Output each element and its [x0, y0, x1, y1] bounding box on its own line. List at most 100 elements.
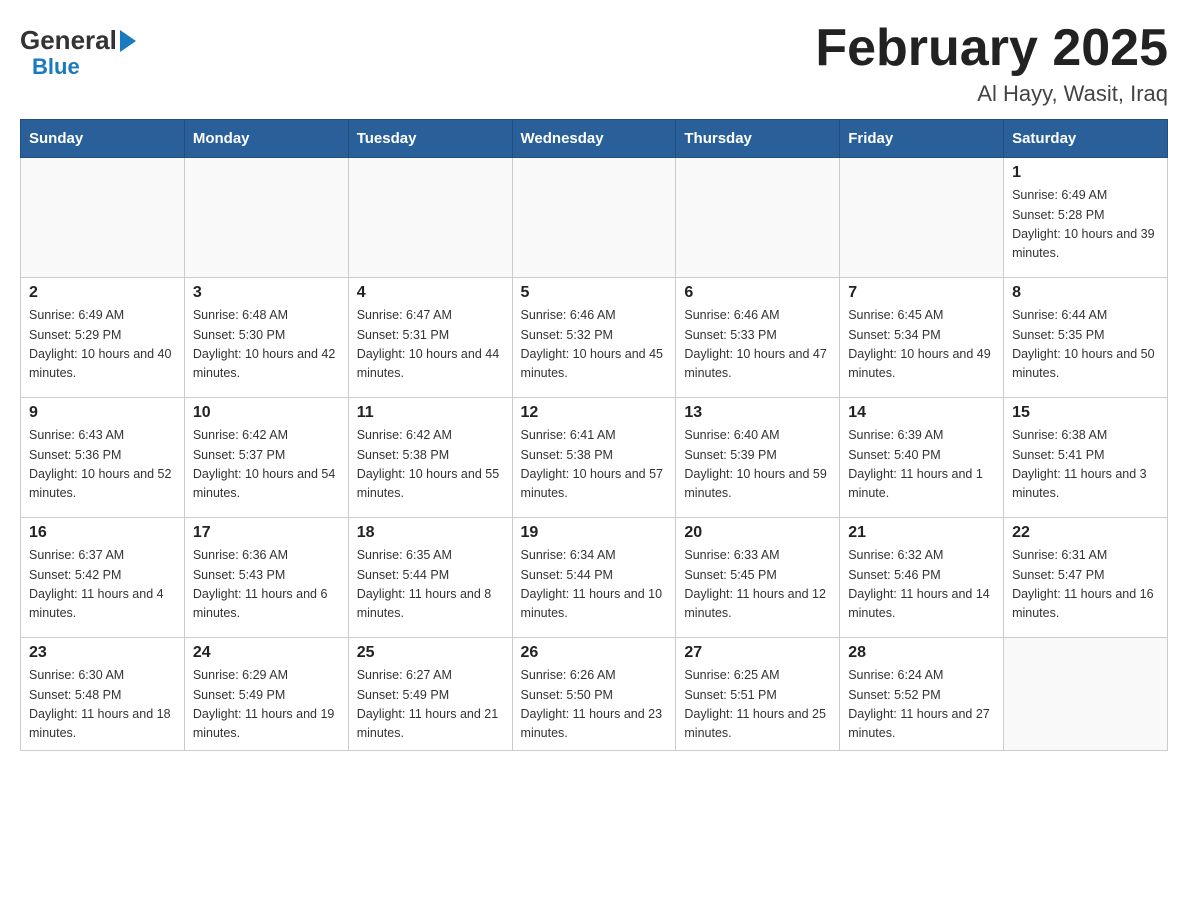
sunset-text: Sunset: 5:50 PM	[521, 686, 668, 705]
day-number: 17	[193, 524, 340, 542]
sunset-text: Sunset: 5:44 PM	[357, 566, 504, 585]
day-number: 11	[357, 404, 504, 422]
sunset-text: Sunset: 5:52 PM	[848, 686, 995, 705]
day-number: 3	[193, 284, 340, 302]
day-number: 14	[848, 404, 995, 422]
calendar-day-cell: 23 Sunrise: 6:30 AMSunset: 5:48 PMDayligh…	[21, 638, 185, 751]
calendar-day-cell: 3Sunrise: 6:48 AMSunset: 5:30 PMDaylight…	[184, 278, 348, 398]
daylight-text: Daylight: 10 hours and 49 minutes.	[848, 345, 995, 384]
sunset-text: Sunset: 5:46 PM	[848, 566, 995, 585]
daylight-text: Daylight: 10 hours and 40 minutes.	[29, 345, 176, 384]
day-number: 21	[848, 524, 995, 542]
day-info: Sunrise: 6:36 AMSunset: 5:43 PMDaylight:…	[193, 546, 340, 624]
sunset-text: Sunset: 5:42 PM	[29, 566, 176, 585]
day-number: 4	[357, 284, 504, 302]
weekday-header-thursday: Thursday	[676, 120, 840, 158]
day-info: Sunrise: 6:39 AMSunset: 5:40 PMDaylight:…	[848, 426, 995, 504]
calendar-day-cell	[840, 158, 1004, 278]
sunset-text: Sunset: 5:31 PM	[357, 326, 504, 345]
day-number: 23	[29, 644, 176, 662]
day-number: 28	[848, 644, 995, 662]
sunset-text: Sunset: 5:38 PM	[521, 446, 668, 465]
daylight-text: Daylight: 10 hours and 47 minutes.	[684, 345, 831, 384]
calendar-day-cell: 1 Sunrise: 6:49 AMSunset: 5:28 PMDaylight…	[1004, 158, 1168, 278]
day-number: 10	[193, 404, 340, 422]
calendar-day-cell: 28 Sunrise: 6:24 AMSunset: 5:52 PMDayligh…	[840, 638, 1004, 751]
sunset-text: Sunset: 5:48 PM	[29, 686, 176, 705]
sunset-text: Sunset: 5:40 PM	[848, 446, 995, 465]
calendar-day-cell	[21, 158, 185, 278]
sunrise-text: Sunrise: 6:46 AM	[521, 306, 668, 325]
daylight-text: Daylight: 11 hours and 10 minutes.	[521, 585, 668, 624]
calendar-day-cell: 11 Sunrise: 6:42 AMSunset: 5:38 PMDayligh…	[348, 398, 512, 518]
day-info: Sunrise: 6:41 AMSunset: 5:38 PMDaylight:…	[521, 426, 668, 504]
calendar-day-cell: 17 Sunrise: 6:36 AMSunset: 5:43 PMDayligh…	[184, 518, 348, 638]
sunset-text: Sunset: 5:28 PM	[1012, 206, 1159, 225]
day-info: Sunrise: 6:27 AMSunset: 5:49 PMDaylight:…	[357, 666, 504, 744]
calendar-day-cell: 15Sunrise: 6:38 AMSunset: 5:41 PMDayligh…	[1004, 398, 1168, 518]
day-number: 16	[29, 524, 176, 542]
sunrise-text: Sunrise: 6:47 AM	[357, 306, 504, 325]
daylight-text: Daylight: 11 hours and 21 minutes.	[357, 705, 504, 744]
calendar-week-row: 9Sunrise: 6:43 AMSunset: 5:36 PMDaylight…	[21, 398, 1168, 518]
sunrise-text: Sunrise: 6:26 AM	[521, 666, 668, 685]
calendar-week-row: 16 Sunrise: 6:37 AMSunset: 5:42 PM Dayligh…	[21, 518, 1168, 638]
daylight-text: Daylight: 10 hours and 57 minutes.	[521, 465, 668, 504]
calendar-table: SundayMondayTuesdayWednesdayThursdayFrid…	[20, 119, 1168, 751]
day-info: Sunrise: 6:26 AMSunset: 5:50 PMDaylight:…	[521, 666, 668, 744]
calendar-day-cell: 13Sunrise: 6:40 AMSunset: 5:39 PMDayligh…	[676, 398, 840, 518]
day-info: Sunrise: 6:30 AMSunset: 5:48 PMDaylight:…	[29, 666, 176, 744]
calendar-day-cell: 26Sunrise: 6:26 AMSunset: 5:50 PMDayligh…	[512, 638, 676, 751]
sunset-text: Sunset: 5:30 PM	[193, 326, 340, 345]
day-info: Sunrise: 6:42 AMSunset: 5:38 PMDaylight:…	[357, 426, 504, 504]
day-info: Sunrise: 6:34 AMSunset: 5:44 PMDaylight:…	[521, 546, 668, 624]
calendar-week-row: 1 Sunrise: 6:49 AMSunset: 5:28 PMDaylight…	[21, 158, 1168, 278]
calendar-day-cell: 10Sunrise: 6:42 AMSunset: 5:37 PMDayligh…	[184, 398, 348, 518]
calendar-day-cell: 8Sunrise: 6:44 AMSunset: 5:35 PMDaylight…	[1004, 278, 1168, 398]
day-number: 5	[521, 284, 668, 302]
sunrise-text: Sunrise: 6:42 AM	[357, 426, 504, 445]
title-block: February 2025 Al Hayy, Wasit, Iraq	[815, 20, 1168, 107]
weekday-header-saturday: Saturday	[1004, 120, 1168, 158]
daylight-text: Daylight: 11 hours and 18 minutes.	[29, 705, 176, 744]
calendar-week-row: 2Sunrise: 6:49 AMSunset: 5:29 PMDaylight…	[21, 278, 1168, 398]
sunrise-text: Sunrise: 6:29 AM	[193, 666, 340, 685]
sunset-text: Sunset: 5:47 PM	[1012, 566, 1159, 585]
sunrise-text: Sunrise: 6:31 AM	[1012, 546, 1159, 565]
logo-blue-text: Blue	[32, 54, 136, 80]
sunset-text: Sunset: 5:43 PM	[193, 566, 340, 585]
calendar-day-cell: 16Sunrise: 6:37 AMSunset: 5:42 PMDayligh…	[21, 518, 185, 638]
day-info: Sunrise: 6:49 AMSunset: 5:28 PMDaylight:…	[1012, 186, 1159, 264]
day-info: Sunrise: 6:43 AMSunset: 5:36 PMDaylight:…	[29, 426, 176, 504]
day-info: Sunrise: 6:35 AMSunset: 5:44 PMDaylight:…	[357, 546, 504, 624]
page-header: General Blue February 2025 Al Hayy, Wasi…	[20, 20, 1168, 107]
day-info: Sunrise: 6:24 AMSunset: 5:52 PMDaylight:…	[848, 666, 995, 744]
day-number: 1	[1012, 164, 1159, 182]
daylight-text: Daylight: 10 hours and 55 minutes.	[357, 465, 504, 504]
daylight-text: Daylight: 11 hours and 14 minutes.	[848, 585, 995, 624]
day-info: Sunrise: 6:32 AMSunset: 5:46 PMDaylight:…	[848, 546, 995, 624]
daylight-text: Daylight: 10 hours and 50 minutes.	[1012, 345, 1159, 384]
day-info: Sunrise: 6:38 AMSunset: 5:41 PMDaylight:…	[1012, 426, 1159, 504]
calendar-day-cell: 5Sunrise: 6:46 AMSunset: 5:32 PMDaylight…	[512, 278, 676, 398]
sunset-text: Sunset: 5:34 PM	[848, 326, 995, 345]
sunrise-text: Sunrise: 6:27 AM	[357, 666, 504, 685]
calendar-day-cell: 7Sunrise: 6:45 AMSunset: 5:34 PMDaylight…	[840, 278, 1004, 398]
sunrise-text: Sunrise: 6:45 AM	[848, 306, 995, 325]
calendar-day-cell	[1004, 638, 1168, 751]
sunset-text: Sunset: 5:45 PM	[684, 566, 831, 585]
calendar-day-cell	[184, 158, 348, 278]
day-info: Sunrise: 6:29 AMSunset: 5:49 PMDaylight:…	[193, 666, 340, 744]
sunset-text: Sunset: 5:35 PM	[1012, 326, 1159, 345]
calendar-day-cell: 12Sunrise: 6:41 AMSunset: 5:38 PMDayligh…	[512, 398, 676, 518]
sunset-text: Sunset: 5:49 PM	[193, 686, 340, 705]
sunrise-text: Sunrise: 6:42 AM	[193, 426, 340, 445]
sunrise-text: Sunrise: 6:46 AM	[684, 306, 831, 325]
weekday-header-tuesday: Tuesday	[348, 120, 512, 158]
calendar-day-cell: 19Sunrise: 6:34 AMSunset: 5:44 PMDayligh…	[512, 518, 676, 638]
calendar-day-cell: 6Sunrise: 6:46 AMSunset: 5:33 PMDaylight…	[676, 278, 840, 398]
calendar-day-cell	[348, 158, 512, 278]
daylight-text: Daylight: 11 hours and 23 minutes.	[521, 705, 668, 744]
daylight-text: Daylight: 11 hours and 19 minutes.	[193, 705, 340, 744]
sunrise-text: Sunrise: 6:37 AM	[29, 546, 176, 565]
